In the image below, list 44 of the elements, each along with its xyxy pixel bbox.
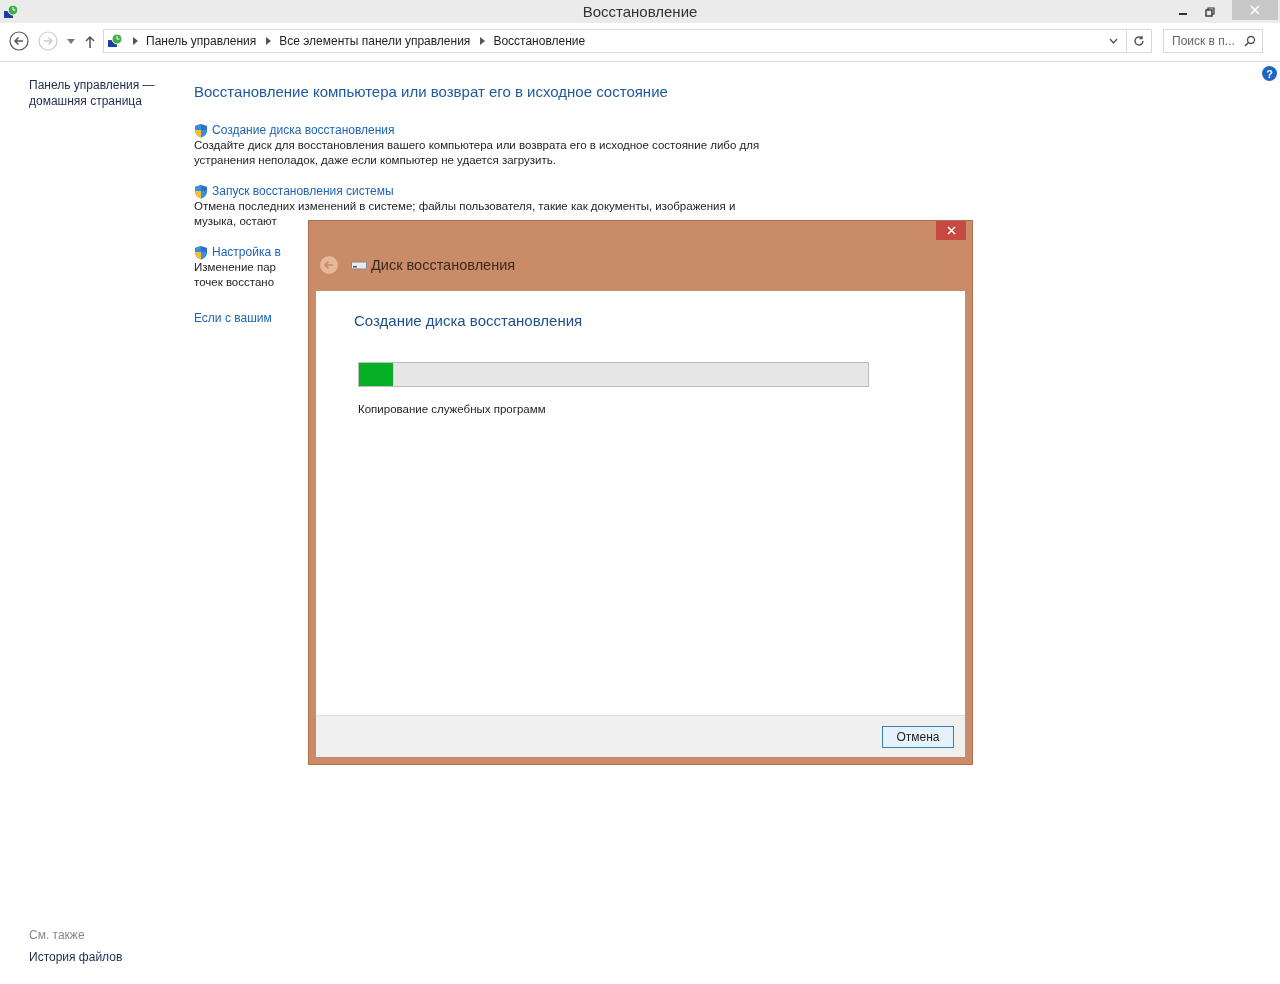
close-icon (946, 226, 956, 235)
description-text: Отмена последних изменений в системе; файлы пользователя, такие как документы, изображения и (194, 199, 736, 214)
address-bar[interactable]: Панель управления Все элементы панели управления Восстановление (103, 29, 1152, 53)
shield-icon (194, 183, 208, 199)
help-button[interactable]: ? (1262, 66, 1277, 81)
up-arrow-icon[interactable] (85, 34, 95, 48)
dialog-title: Диск восстановления (371, 257, 516, 273)
page-heading: Восстановление компьютера или возврат его в исходное состояние (194, 83, 669, 100)
description-text: Создайте диск для восстановления вашего компьютера или возврата его в исходное состояние либо для (194, 138, 760, 153)
description-text: Изменение пар (194, 260, 276, 275)
file-history-link[interactable]: История файлов (29, 950, 194, 964)
close-icon (1250, 5, 1260, 15)
description-text: музыка, остают (194, 214, 277, 229)
search-icon (1244, 35, 1256, 47)
dropdown-caret-icon[interactable] (1109, 38, 1118, 44)
close-button[interactable] (936, 221, 966, 240)
chevron-icon (480, 37, 486, 45)
monitor-clock-icon (107, 33, 123, 49)
window-title: Восстановление (582, 3, 698, 20)
chevron-icon (266, 37, 272, 45)
cancel-button[interactable]: Отмена (882, 725, 954, 748)
description-text: точек восстано (194, 275, 275, 290)
drive-icon (351, 260, 367, 270)
description-text: устранения неполадок, даже если компьютер не удается загрузить. (194, 153, 556, 168)
task-link[interactable]: Запуск восстановления системы (212, 184, 394, 198)
see-also-label: См. также (29, 928, 86, 942)
back-icon[interactable] (9, 31, 29, 51)
chevron-icon (133, 37, 138, 45)
shield-icon (194, 122, 208, 138)
breadcrumb-item[interactable]: Все элементы панели управления (279, 34, 471, 48)
restore-icon[interactable] (1205, 6, 1215, 17)
breadcrumb-item[interactable]: Панель управления (146, 34, 257, 48)
monitor-clock-icon (3, 3, 19, 20)
status-text: Копирование служебных программ (358, 403, 547, 415)
dialog-heading: Создание диска восстановления (354, 312, 584, 329)
home-link[interactable]: Панель управления — домашняя страница (29, 77, 169, 109)
refresh-icon (1133, 35, 1145, 47)
task-link[interactable]: Создание диска восстановления (212, 123, 395, 137)
search-field[interactable]: Поиск в п... (1163, 29, 1263, 53)
shield-icon (194, 244, 208, 260)
breadcrumb-item[interactable]: Восстановление (493, 34, 586, 48)
help-link[interactable]: Если с вашим (194, 311, 272, 325)
dropdown-caret-icon[interactable] (67, 38, 75, 44)
task-link[interactable]: Настройка в (212, 245, 281, 259)
